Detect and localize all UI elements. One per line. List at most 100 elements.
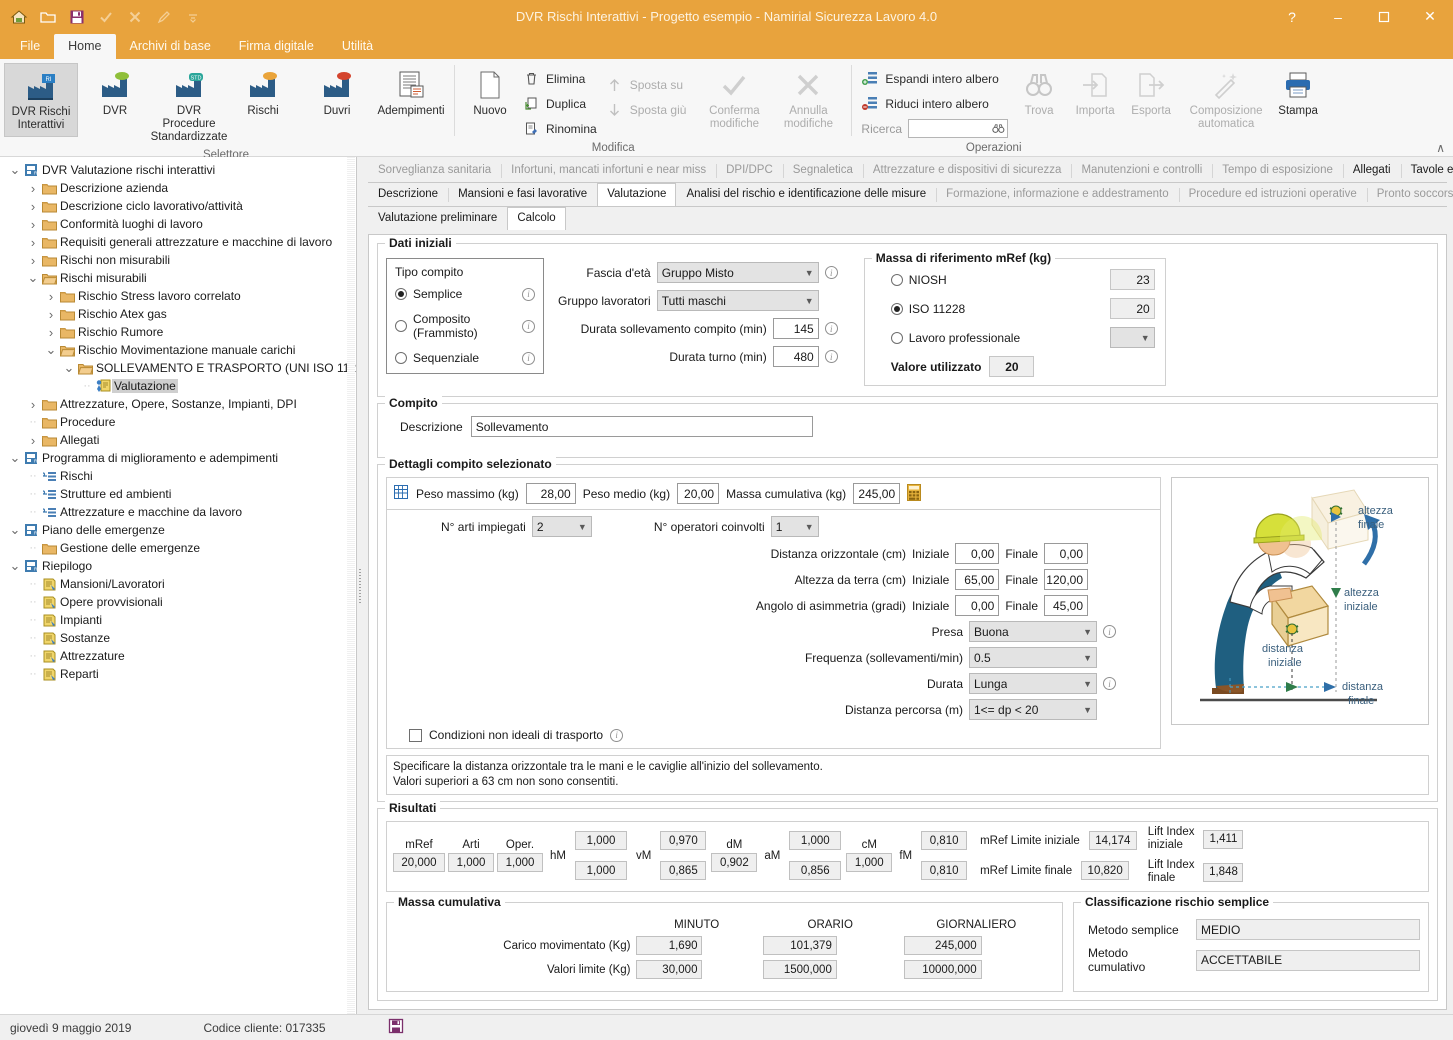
- chevron-right-icon[interactable]: ›: [26, 397, 40, 412]
- ribbon-button-duplica[interactable]: Duplica: [519, 92, 603, 115]
- distanza-orizzontale-iniziale[interactable]: 0,00: [955, 543, 1000, 564]
- home-icon[interactable]: [7, 5, 31, 29]
- info-icon[interactable]: i: [824, 266, 838, 279]
- tab-procedure-ed-istruzioni-operative[interactable]: Procedure ed istruzioni operative: [1178, 183, 1367, 206]
- durata-turno-input[interactable]: 480: [772, 346, 819, 367]
- ribbon-button-rischi[interactable]: Rischi: [226, 63, 300, 122]
- ribbon-button-adempimenti[interactable]: Adempimenti: [374, 63, 448, 122]
- tab-allegati[interactable]: Allegati: [1342, 159, 1401, 182]
- customize-qat-icon[interactable]: [181, 5, 205, 29]
- tree-node[interactable]: ·· Gestione delle emergenze: [4, 539, 356, 557]
- tab-attrezzature-e-dispositivi-di-sicurezza[interactable]: Attrezzature e dispositivi di sicurezza: [862, 159, 1072, 182]
- tree-node[interactable]: ·· Impianti: [4, 611, 356, 629]
- tree-node[interactable]: ·· Rischi: [4, 467, 356, 485]
- tab-valutazione[interactable]: Valutazione: [597, 183, 677, 206]
- condizioni-trasporto-row[interactable]: Condizioni non ideali di trasporto i: [393, 725, 1154, 748]
- tree-node[interactable]: ·· Opere provvisionali: [4, 593, 356, 611]
- condizioni-trasporto-checkbox[interactable]: [409, 728, 422, 742]
- peso-medio-input[interactable]: 20,00: [677, 483, 720, 504]
- chevron-right-icon[interactable]: ›: [26, 181, 40, 196]
- ribbon-button-nuovo[interactable]: Nuovo: [461, 63, 519, 122]
- tab-formazione-informazione-e-addestramento[interactable]: Formazione, informazione e addestramento: [936, 183, 1178, 206]
- tree-node[interactable]: ⌄ RI Riepilogo: [4, 557, 356, 575]
- tab-mansioni-e-fasi-lavorative[interactable]: Mansioni e fasi lavorative: [448, 183, 597, 206]
- tab-sorveglianza-sanitaria[interactable]: Sorveglianza sanitaria: [368, 159, 501, 182]
- info-icon[interactable]: i: [522, 351, 535, 365]
- ribbon-button-dvr-rischi-interattivi[interactable]: RI DVR Rischi Interattivi: [4, 63, 78, 137]
- frequenza-select[interactable]: 0.5 ▼: [969, 647, 1097, 668]
- tab-pronto-soccorso-ed-emergenza[interactable]: Pronto soccorso ed emergenza: [1366, 183, 1453, 206]
- chevron-right-icon[interactable]: ›: [26, 433, 40, 448]
- tree-node[interactable]: › Descrizione azienda: [4, 179, 356, 197]
- chevron-right-icon[interactable]: ›: [26, 217, 40, 232]
- gruppo-lavoratori-select[interactable]: Tutti maschi ▼: [656, 290, 819, 311]
- tree-node[interactable]: ·· Procedure: [4, 413, 356, 431]
- ribbon-tab-file[interactable]: File: [6, 34, 54, 59]
- ribbon-collapse-button[interactable]: ∧: [1436, 141, 1445, 155]
- radio-tipo-composito[interactable]: Composito (Frammisto) i: [395, 312, 535, 340]
- tree-node[interactable]: › Allegati: [4, 431, 356, 449]
- open-folder-icon[interactable]: [36, 5, 60, 29]
- radio-niosh[interactable]: NIOSH 23: [875, 269, 1155, 290]
- ribbon-tab-utilita[interactable]: Utilità: [328, 34, 387, 59]
- presa-select[interactable]: Buona ▼: [969, 621, 1097, 642]
- chevron-right-icon[interactable]: ›: [26, 235, 40, 250]
- status-save-icon[interactable]: [388, 1018, 404, 1037]
- chevron-down-icon[interactable]: ⌄: [26, 271, 40, 284]
- tree-node[interactable]: › Rischio Stress lavoro correlato: [4, 287, 356, 305]
- tab-tempo-di-esposizione[interactable]: Tempo di esposizione: [1212, 159, 1343, 182]
- massa-cumulativa-input[interactable]: 245,00: [853, 483, 901, 504]
- angolo-asimmetria-iniziale[interactable]: 0,00: [955, 595, 1000, 616]
- chevron-right-icon[interactable]: ›: [44, 325, 58, 340]
- radio-tipo-sequenziale[interactable]: Sequenziale i: [395, 351, 535, 365]
- radio-tipo-semplice[interactable]: Semplice i: [395, 287, 535, 301]
- radio-iso-11228[interactable]: ISO 11228 20: [875, 298, 1155, 319]
- tab-tavole-e-grafica[interactable]: Tavole e Grafica: [1400, 159, 1453, 182]
- fascia-eta-select[interactable]: Gruppo Misto ▼: [656, 262, 819, 283]
- ribbon-button-espandi-albero[interactable]: Espandi intero albero: [858, 67, 1011, 90]
- help-button[interactable]: ?: [1269, 0, 1315, 33]
- tree-node[interactable]: ⌄ SOLLEVAMENTO E TRASPORTO (UNI ISO 11228…: [4, 359, 356, 377]
- tree-node[interactable]: › Rischio Atex gas: [4, 305, 356, 323]
- altezza-terra-iniziale[interactable]: 65,00: [955, 569, 1000, 590]
- tree-node[interactable]: ·· Attrezzature e macchine da lavoro: [4, 503, 356, 521]
- search-input[interactable]: [911, 121, 992, 136]
- save-icon[interactable]: [65, 5, 89, 29]
- search-input-wrapper[interactable]: [908, 119, 1009, 138]
- chevron-down-icon[interactable]: ⌄: [8, 559, 22, 572]
- tree-node[interactable]: ·· Attrezzature: [4, 647, 356, 665]
- ribbon-tab-archivi[interactable]: Archivi di base: [116, 34, 225, 59]
- chevron-right-icon[interactable]: ›: [26, 199, 40, 214]
- tree-node[interactable]: › Conformità luoghi di lavoro: [4, 215, 356, 233]
- tab-valutazione-preliminare[interactable]: Valutazione preliminare: [368, 207, 507, 230]
- chevron-right-icon[interactable]: ›: [26, 253, 40, 268]
- tab-analisi-del-rischio-e-identificazione-delle-misure[interactable]: Analisi del rischio e identificazione de…: [676, 183, 936, 206]
- tree-node[interactable]: ⌄ RI Programma di miglioramento e adempime…: [4, 449, 356, 467]
- chevron-down-icon[interactable]: ⌄: [8, 523, 22, 536]
- chevron-down-icon[interactable]: ⌄: [44, 343, 58, 356]
- tree-node[interactable]: ·· Reparti: [4, 665, 356, 683]
- tree-node[interactable]: ⌄ RI Piano delle emergenze: [4, 521, 356, 539]
- tree-node[interactable]: ·· Sostanze: [4, 629, 356, 647]
- tree-node[interactable]: ·· Valutazione: [4, 377, 356, 395]
- ribbon-button-dvr[interactable]: DVR: [78, 63, 152, 122]
- tree-scrollbar[interactable]: [347, 157, 355, 1014]
- durata-select[interactable]: Lunga ▼: [969, 673, 1097, 694]
- tree-node[interactable]: ⌄ Rischi misurabili: [4, 269, 356, 287]
- altezza-terra-finale[interactable]: 120,00: [1044, 569, 1088, 590]
- chevron-down-icon[interactable]: ⌄: [8, 163, 22, 176]
- operatori-coinvolti-select[interactable]: 1 ▼: [770, 516, 819, 537]
- chevron-right-icon[interactable]: ›: [44, 289, 58, 304]
- tree-node[interactable]: › Rischio Rumore: [4, 323, 356, 341]
- info-icon[interactable]: i: [1103, 677, 1116, 690]
- distanza-orizzontale-finale[interactable]: 0,00: [1044, 543, 1088, 564]
- chevron-down-icon[interactable]: ⌄: [62, 361, 76, 374]
- info-icon[interactable]: i: [610, 728, 624, 742]
- tree-node[interactable]: › Descrizione ciclo lavorativo/attività: [4, 197, 356, 215]
- distanza-percorsa-select[interactable]: 1<= dp < 20 ▼: [969, 699, 1097, 720]
- radio-lavoro-professionale[interactable]: Lavoro professionale ▼: [875, 327, 1155, 348]
- calculator-icon[interactable]: [907, 483, 922, 504]
- tree-node[interactable]: ⌄ Rischio Movimentazione manuale carichi: [4, 341, 356, 359]
- ribbon-button-dvr-procedure-standardizzate[interactable]: STD DVR Procedure Standardizzate: [151, 63, 227, 148]
- ribbon-tab-firma[interactable]: Firma digitale: [225, 34, 328, 59]
